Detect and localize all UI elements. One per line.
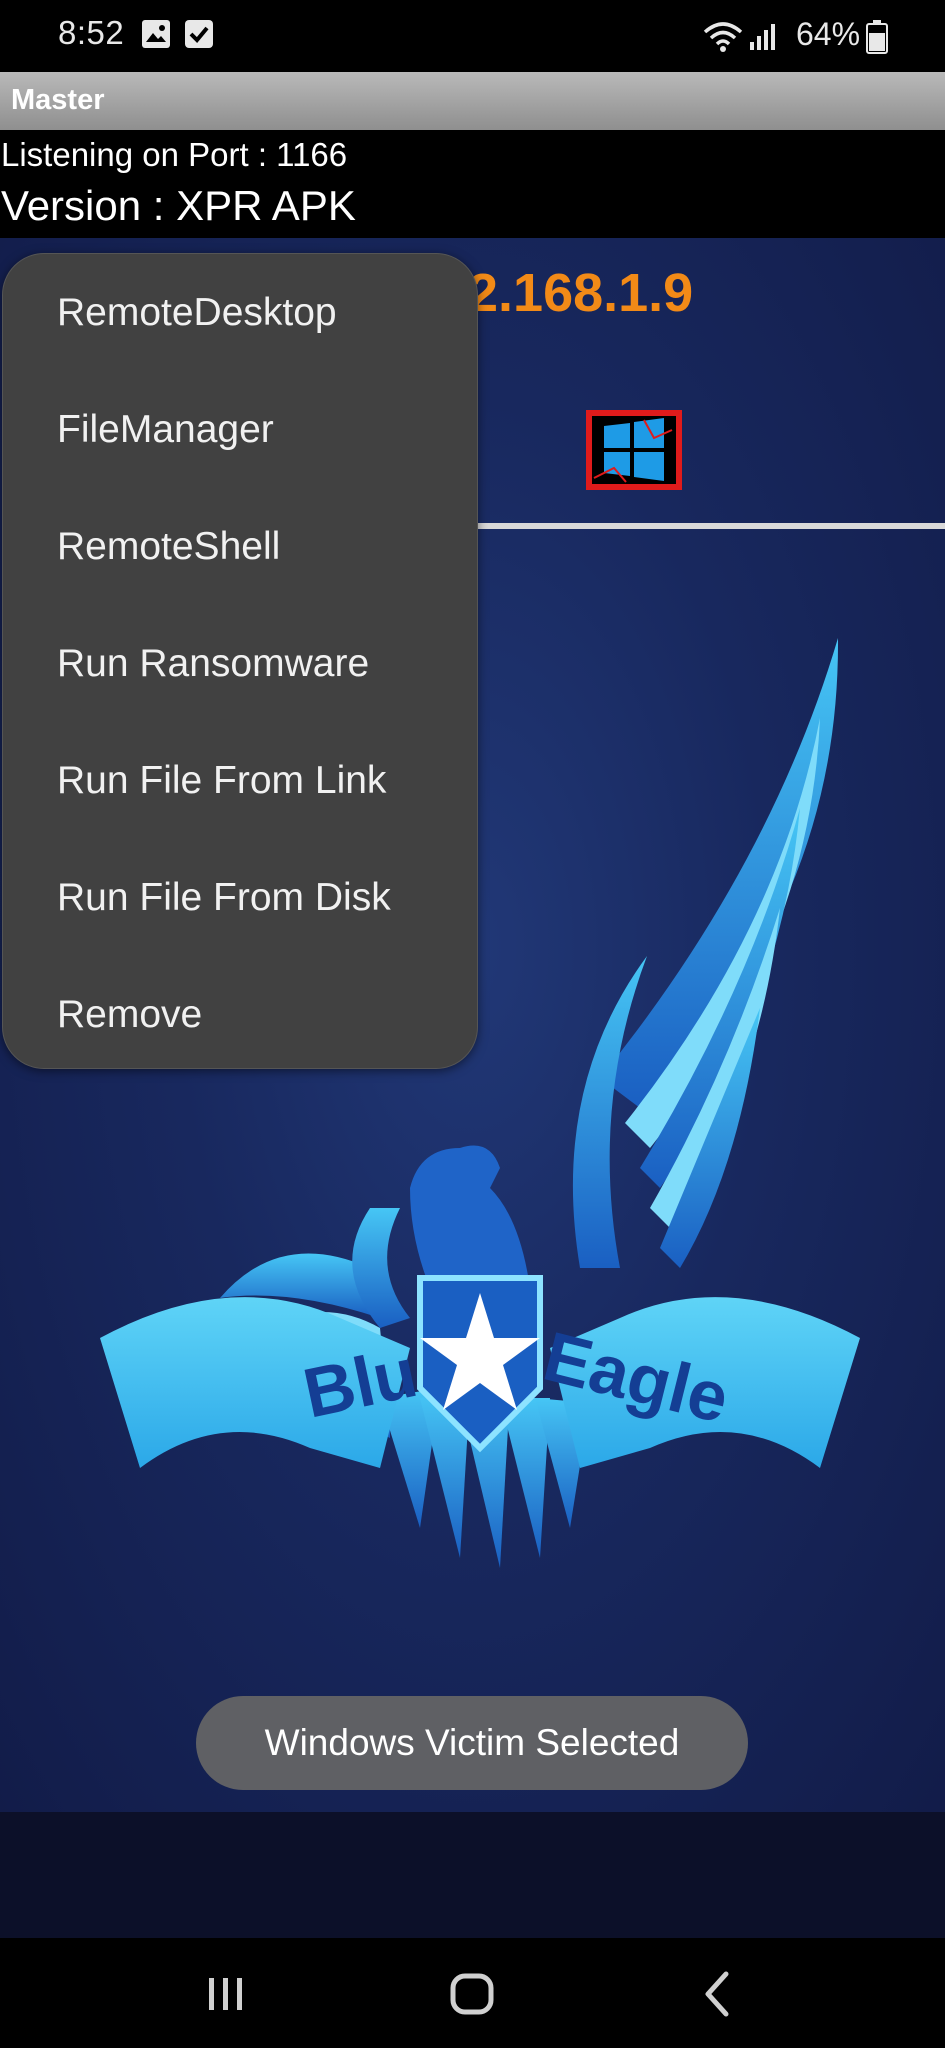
- wifi-icon: [703, 22, 743, 52]
- victim-context-menu: RemoteDesktop FileManager RemoteShell Ru…: [2, 253, 478, 1069]
- back-icon[interactable]: [690, 1966, 750, 2022]
- menu-item-run-file-from-disk[interactable]: Run File From Disk: [3, 839, 477, 956]
- recent-apps-icon[interactable]: [196, 1966, 256, 2022]
- system-nav-bar: [0, 1938, 945, 2048]
- menu-item-run-file-from-link[interactable]: Run File From Link: [3, 722, 477, 839]
- app-title-bar: Master: [0, 72, 945, 130]
- listening-port-label: Listening on Port : 1166: [1, 136, 348, 173]
- battery-icon: [866, 20, 888, 54]
- gallery-icon: [142, 20, 170, 48]
- menu-item-file-manager[interactable]: FileManager: [3, 371, 477, 488]
- menu-item-remote-shell[interactable]: RemoteShell: [3, 488, 477, 605]
- menu-item-remote-desktop[interactable]: RemoteDesktop: [3, 254, 477, 371]
- status-time: 8:52: [58, 14, 125, 51]
- checkbox-icon: [185, 20, 213, 48]
- status-bar: 8:52 64%: [0, 0, 945, 72]
- battery-percent: 64%: [796, 16, 861, 52]
- info-header: Listening on Port : 1166 Version : XPR A…: [0, 130, 945, 238]
- app-title: Master: [11, 84, 105, 116]
- version-label: Version : XPR APK: [1, 182, 356, 229]
- victim-ip-address: 2.168.1.9: [468, 263, 694, 323]
- bottom-strip: [0, 1812, 945, 1938]
- phone-screen: 8:52 64% Master Listening on Port: 1166…: [0, 0, 945, 2048]
- toast-message: Windows Victim Selected: [196, 1696, 748, 1790]
- menu-item-remove[interactable]: Remove: [3, 956, 477, 1073]
- home-icon[interactable]: [442, 1966, 502, 2022]
- menu-item-run-ransomware[interactable]: Run Ransomware: [3, 605, 477, 722]
- signal-icon: [750, 24, 775, 50]
